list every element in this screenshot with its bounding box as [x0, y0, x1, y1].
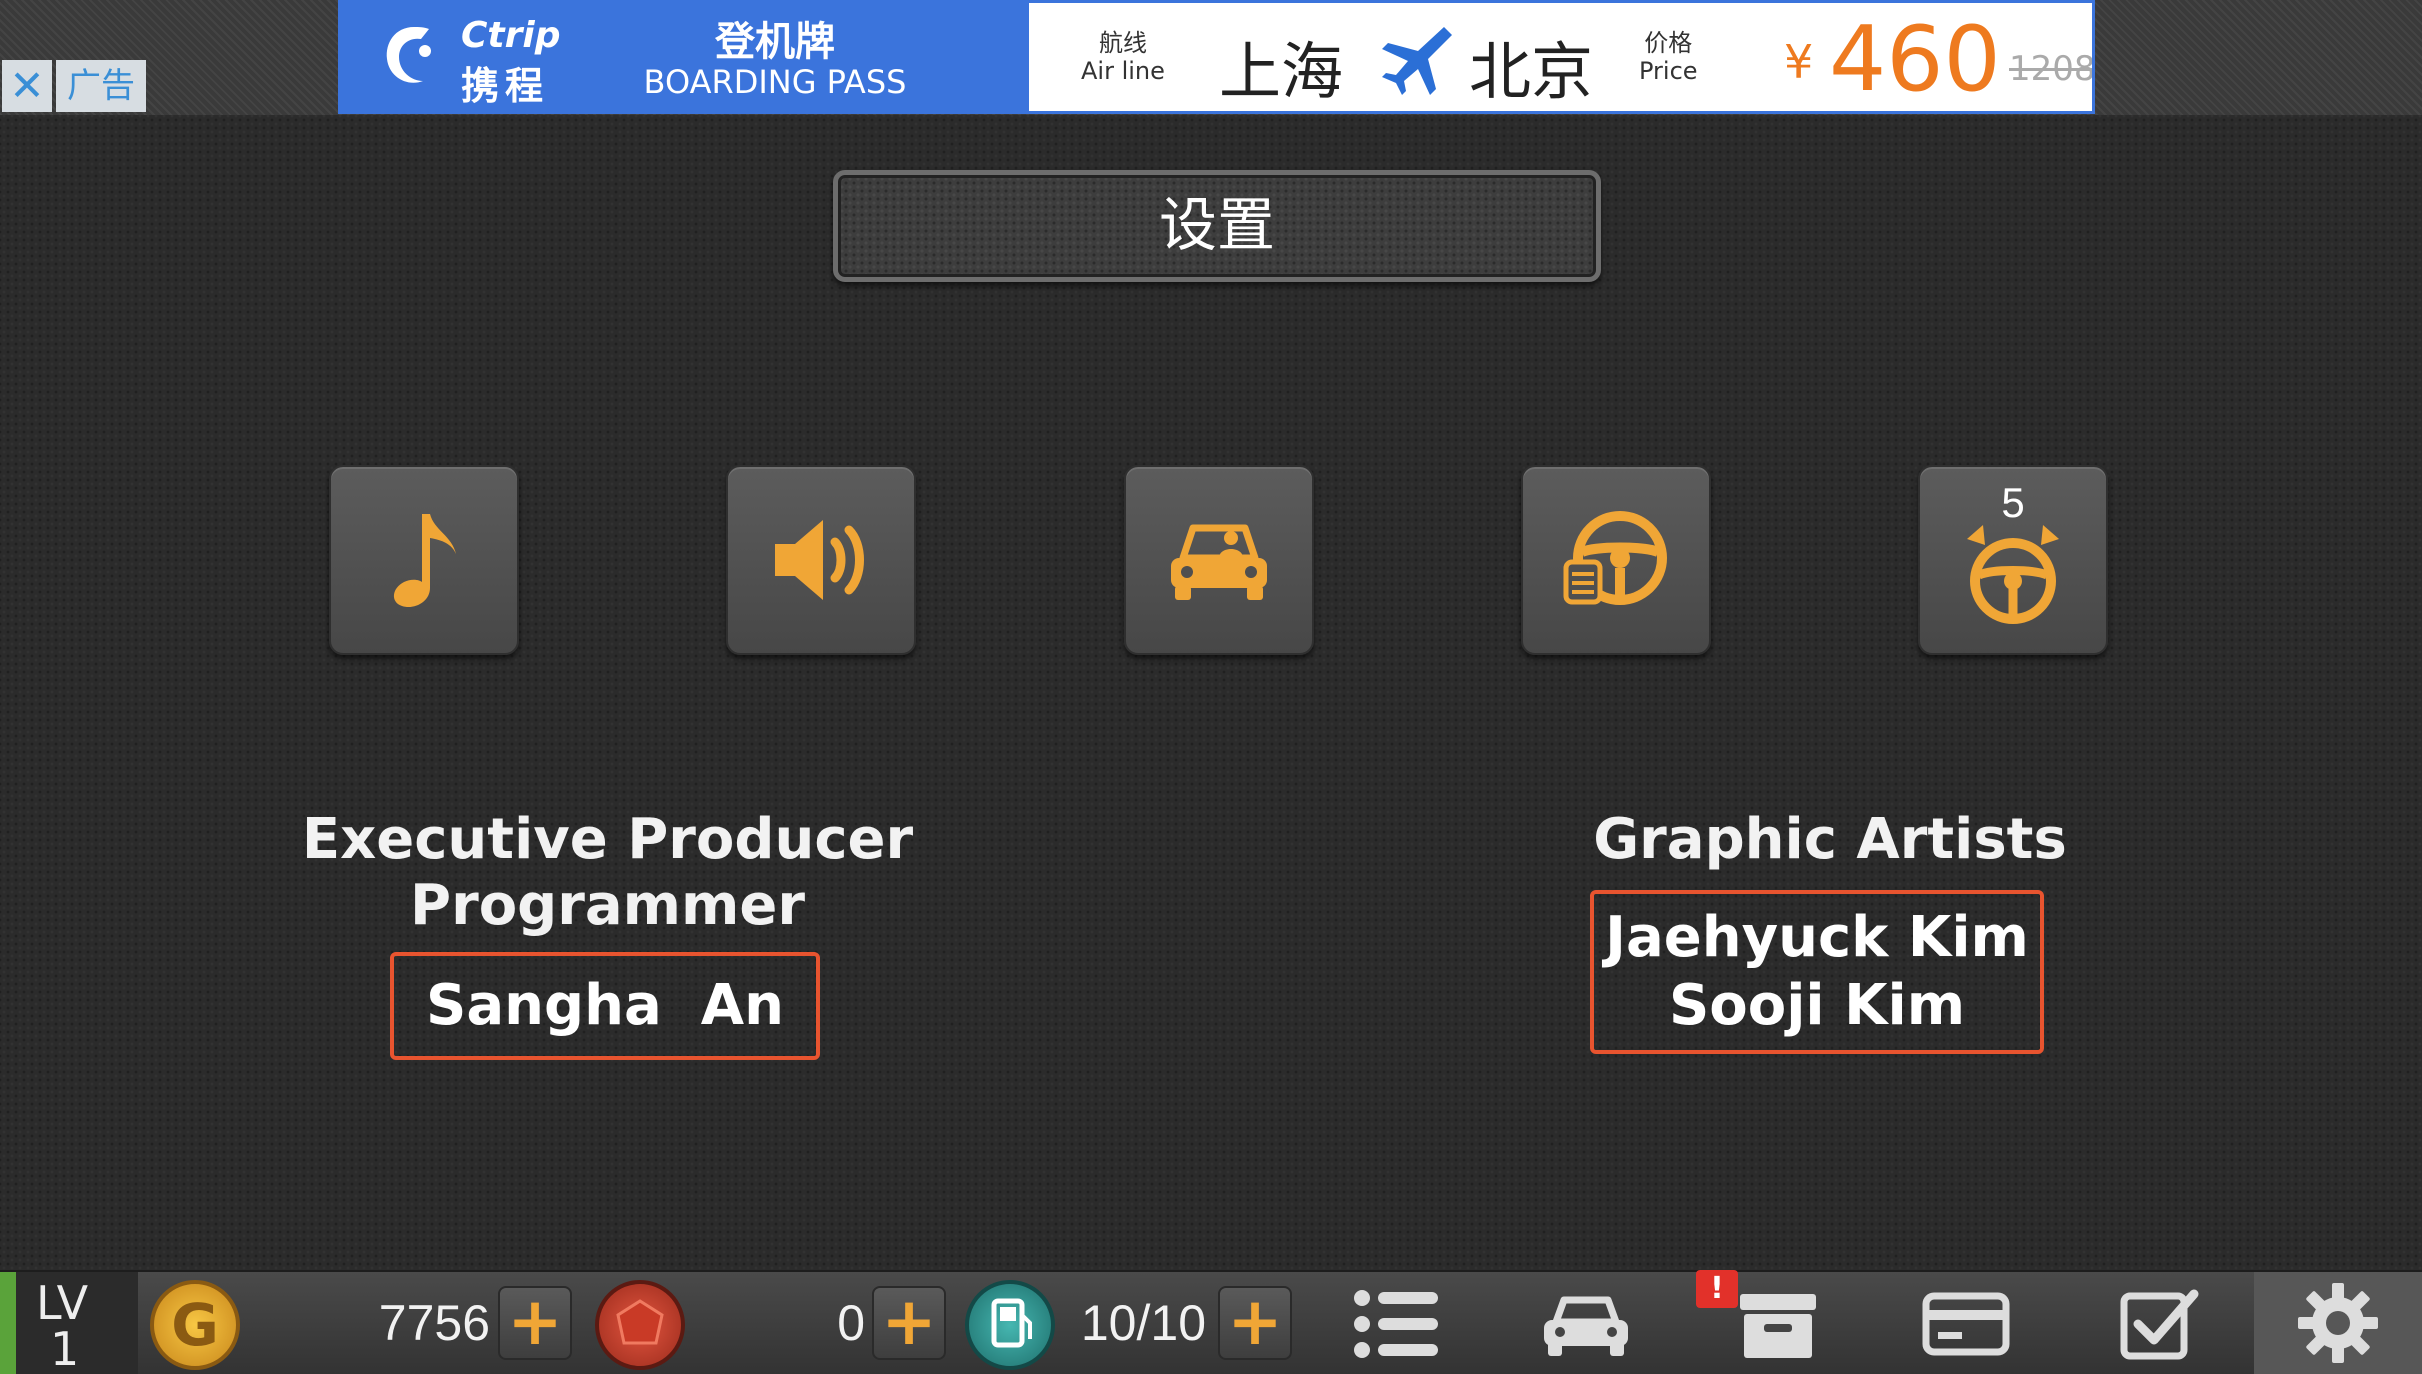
- add-gold-button[interactable]: +: [498, 1286, 572, 1360]
- music-note-icon: [393, 514, 456, 608]
- list-icon: [1354, 1290, 1438, 1358]
- menu-list-button[interactable]: [1338, 1282, 1458, 1366]
- ad-ticket-panel: 航线 Air line 上海 北京 价格 Price ¥ 460 1208: [1029, 3, 2092, 111]
- steering-control-button[interactable]: [1521, 465, 1711, 655]
- shop-button[interactable]: [1906, 1282, 2026, 1366]
- ad-close-button[interactable]: ✕: [2, 60, 52, 112]
- gem-icon: [595, 1280, 685, 1370]
- level-value: 1: [50, 1322, 80, 1374]
- sound-toggle-button[interactable]: [726, 465, 916, 655]
- ad-airline-label: 航线 Air line: [1081, 29, 1165, 85]
- ad-currency: ¥: [1784, 35, 1814, 89]
- camera-view-button[interactable]: [1124, 465, 1314, 655]
- missions-button[interactable]: [2098, 1282, 2218, 1366]
- credit-name-box-left: Sangha An: [390, 952, 820, 1060]
- gold-coin-icon: G: [150, 1280, 240, 1370]
- credit-role-executive-producer: Executive Producer: [301, 807, 914, 872]
- credit-name-sangha-an: Sangha An: [426, 973, 784, 1038]
- speaker-icon: [775, 520, 864, 600]
- credit-name-sooji-kim: Sooji Kim: [1668, 973, 1966, 1038]
- bottom-bar: LV 1 G 7756 + 0 + 10/10 +: [0, 1270, 2422, 1374]
- checkbox-icon: [2120, 1289, 2199, 1360]
- credit-name-box-right: Jaehyuck Kim Sooji Kim: [1590, 890, 2044, 1054]
- ad-price: 460: [1829, 7, 2001, 112]
- add-fuel-button[interactable]: +: [1218, 1286, 1292, 1360]
- plane-icon: [1382, 27, 1452, 95]
- credit-role-graphic-artists: Graphic Artists: [1593, 807, 2067, 872]
- steering-rotate-icon: [1967, 525, 2059, 624]
- fuel-amount: 10/10: [1080, 1295, 1206, 1351]
- settings-button[interactable]: [2254, 1272, 2422, 1374]
- gold-amount: 7756: [378, 1295, 490, 1351]
- ad-brand-panel: Ctrip 携程 登机牌 BOARDING PASS: [341, 3, 1029, 111]
- ad-boarding-en: BOARDING PASS: [643, 63, 907, 101]
- car-icon: [1544, 1296, 1628, 1356]
- fuel-icon: [965, 1280, 1055, 1370]
- card-icon: [1922, 1292, 2010, 1356]
- steering-sensitivity-button[interactable]: 5: [1918, 465, 2108, 655]
- ad-banner[interactable]: Ctrip 携程 登机牌 BOARDING PASS 航线 Air line 上海…: [338, 0, 2095, 114]
- ad-old-price: 1208: [2009, 49, 2095, 89]
- sensitivity-value: 5: [2001, 479, 2025, 526]
- add-gem-button[interactable]: +: [872, 1286, 946, 1360]
- archive-box-icon: [1740, 1294, 1816, 1358]
- garage-button[interactable]: [1526, 1282, 1646, 1366]
- ad-label: 广告: [56, 60, 146, 112]
- gear-icon: [2298, 1283, 2378, 1363]
- credit-role-programmer: Programmer: [410, 873, 805, 938]
- music-toggle-button[interactable]: [329, 465, 519, 655]
- level-display: LV 1: [0, 1272, 138, 1374]
- credit-name-jaehyuck-kim: Jaehyuck Kim: [1605, 905, 2029, 970]
- ad-price-label: 价格 Price: [1639, 29, 1698, 85]
- page-title: 设置: [833, 170, 1601, 282]
- steering-wheel-icon: [1563, 511, 1667, 605]
- ad-to-city: 北京: [1469, 35, 1594, 108]
- storage-alert-badge: !: [1696, 1270, 1738, 1308]
- car-driver-icon: [1171, 524, 1267, 600]
- ad-boarding-cn: 登机牌: [715, 19, 835, 65]
- gem-amount: 0: [837, 1295, 865, 1351]
- ad-from-city: 上海: [1219, 35, 1344, 108]
